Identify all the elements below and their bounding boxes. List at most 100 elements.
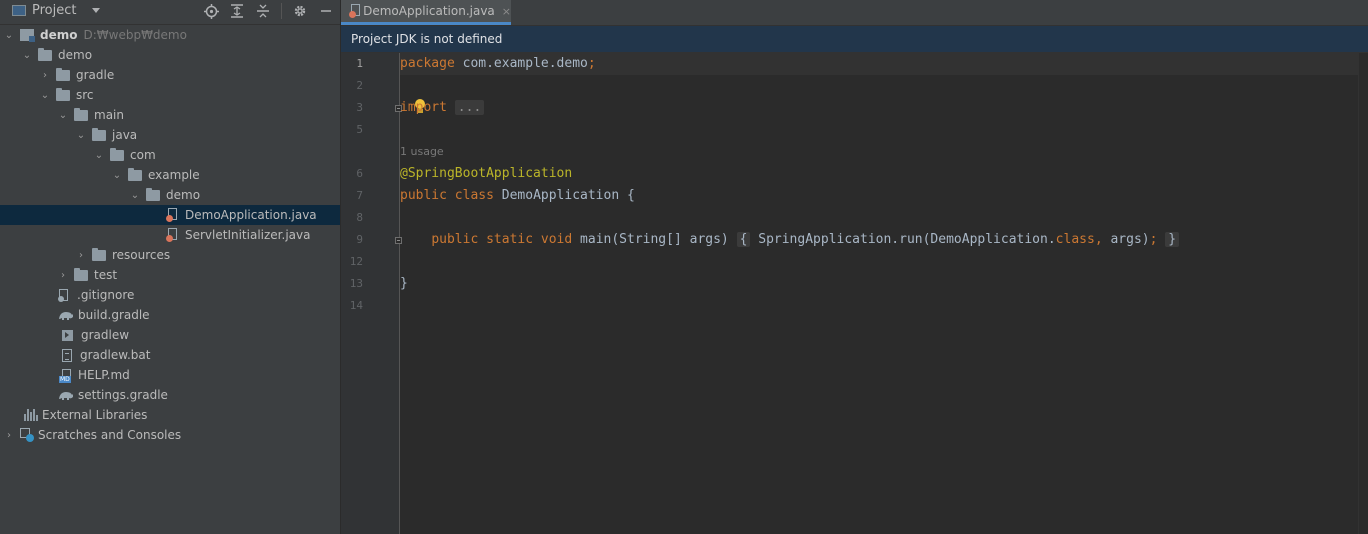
folded-brace-open[interactable]: { [736,232,751,247]
line-number: 6 [356,167,363,180]
tree-item-label: gradle [76,68,115,82]
editor-tab-bar: DemoApplication.java × [341,0,1368,26]
tree-item-label: main [94,108,124,122]
java-class-icon [166,228,178,242]
tree-item-label: java [112,128,138,142]
annotation: @SpringBootApplication [400,166,573,181]
tree-item-label: gradlew [81,328,130,342]
line-number: 1 [356,57,363,70]
java-class-icon [166,208,178,222]
editor-gutter: 1 2 3 5 6 7 8 9 12 13 14 [341,53,402,534]
semicolon: ; [1149,232,1158,247]
code-line-2 [400,75,1368,113]
package-icon [146,187,160,201]
keyword-public: public [400,188,447,203]
tree-item-label: demo [166,188,201,202]
tree-item-label: src [76,88,94,102]
chevron-down-icon[interactable]: ⌄ [130,190,140,201]
module-icon [20,29,35,42]
locate-icon[interactable] [203,3,219,19]
java-class-icon [349,4,360,18]
editor-area: DemoApplication.java × Project JDK is no… [341,0,1368,534]
project-view-selector[interactable]: Project [12,3,101,18]
tree-item-label: HELP.md [78,368,130,382]
tree-item-test[interactable]: › test [0,265,398,285]
tree-item-scratches-and-consoles[interactable]: › Scratches and Consoles [0,425,344,445]
method-body-args: args) [1102,232,1150,247]
tree-item-label: External Libraries [42,408,148,422]
tree-item-main[interactable]: ⌄ main [0,105,398,125]
line-number: 14 [349,299,363,312]
line-number: 13 [349,277,363,290]
tree-item-settings-gradle[interactable]: settings.gradle [0,385,398,405]
tree-item-label: Scratches and Consoles [38,428,182,442]
gradle-icon [58,389,74,401]
code-editor[interactable]: package com.example.demo; import ... 1 u… [400,53,1368,534]
chevron-down-icon[interactable] [92,8,101,13]
method-signature: main(String[] args) [572,232,729,247]
collapse-all-icon[interactable] [255,3,271,19]
tree-item-label: settings.gradle [78,388,168,402]
line-number: 9 [356,233,363,246]
line-number: 7 [356,189,363,202]
markdown-icon [59,368,73,383]
keyword-void: void [540,232,573,247]
chevron-down-icon[interactable]: ⌄ [4,30,14,41]
semicolon: ; [587,56,596,71]
usages-hint[interactable]: 1 usage [400,145,444,158]
jdk-warning-banner: Project JDK is not defined [341,26,1368,53]
folder-icon [56,87,70,101]
folder-icon [74,267,88,281]
chevron-down-icon[interactable]: ⌄ [58,110,68,121]
minimize-icon[interactable] [318,3,334,19]
package-icon [110,147,124,161]
keyword-static: static [486,232,534,247]
toolbar-separator [281,3,282,19]
project-panel-title: Project [32,3,77,18]
class-declaration: DemoApplication { [493,188,635,203]
chevron-right-icon[interactable]: › [58,270,68,281]
keyword-public: public [431,232,479,247]
tree-item-demo-root[interactable]: ⌄ demo D:₩webp₩demo [0,25,344,45]
chevron-down-icon[interactable]: ⌄ [112,170,122,181]
chevron-right-icon[interactable]: › [76,250,86,261]
method-body: SpringApplication.run(DemoApplication. [750,232,1056,247]
tree-item-label: .gitignore [77,288,135,302]
tree-item-path: D:₩webp₩demo [83,28,187,42]
keyword-package: package [400,56,455,71]
code-line-9: public static void main(String[] args) {… [400,229,1368,251]
tree-item-demo-folder[interactable]: ⌄ demo [0,45,362,65]
expand-all-icon[interactable] [229,3,245,19]
package-name: com.example.demo [454,56,588,71]
class-closing-brace: } [400,276,408,291]
chevron-down-icon[interactable]: ⌄ [94,150,104,161]
keyword-class: class [1055,232,1095,247]
comma: , [1094,232,1103,247]
jdk-warning-text: Project JDK is not defined [351,32,503,46]
tree-item-src[interactable]: ⌄ src [0,85,380,105]
tab-demoapplication-java[interactable]: DemoApplication.java × [341,0,511,25]
chevron-down-icon[interactable]: ⌄ [22,50,32,61]
chevron-down-icon[interactable]: ⌄ [76,130,86,141]
project-window-icon [12,5,26,16]
chevron-down-icon[interactable]: ⌄ [40,90,50,101]
folded-brace-close[interactable]: } [1165,232,1180,247]
project-panel-header: Project [0,0,340,25]
close-icon[interactable]: × [502,5,511,18]
gear-icon[interactable] [292,3,308,19]
editor-scrollbar[interactable] [1358,53,1368,534]
tree-item-gitignore[interactable]: .gitignore [0,285,398,305]
chevron-right-icon[interactable]: › [4,430,14,441]
tree-item-external-libraries[interactable]: External Libraries [0,405,364,425]
folder-icon [38,47,52,61]
scratches-icon [20,428,34,442]
gitignore-icon [58,288,70,302]
folded-imports[interactable]: ... [454,100,485,115]
tree-item-gradle[interactable]: › gradle [0,65,380,85]
source-folder-icon [92,127,106,141]
tree-item-label: gradlew.bat [80,348,151,362]
chevron-right-icon[interactable]: › [40,70,50,81]
tree-item-build-gradle[interactable]: build.gradle [0,305,398,325]
tab-label: DemoApplication.java [363,4,495,18]
folder-icon [74,107,88,121]
